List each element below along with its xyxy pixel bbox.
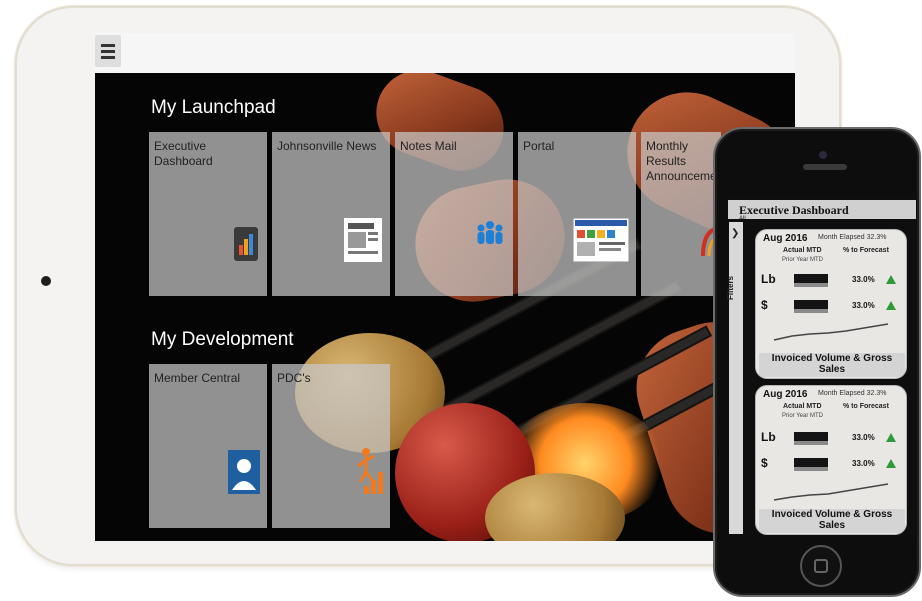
portal-screenshot-icon xyxy=(573,218,629,262)
month-elapsed: Month Elapsed 32.3% xyxy=(818,390,887,397)
trend-sparkline xyxy=(773,323,889,341)
trend-up-icon xyxy=(886,433,896,442)
metric-label: Lb xyxy=(761,272,776,286)
newspaper-icon xyxy=(344,218,382,262)
filters-panel[interactable] xyxy=(729,222,743,534)
metric-percent: 33.0% xyxy=(852,459,875,468)
home-square-icon xyxy=(814,559,828,573)
card-footer: Invoiced Volume & Gross Sales xyxy=(759,509,905,533)
tile-portal[interactable]: Portal xyxy=(518,132,636,296)
forecast-label: % to Forecast xyxy=(843,247,889,254)
tile-label: Johnsonville News xyxy=(277,139,377,153)
metric-bar xyxy=(794,432,828,445)
metric-label: $ xyxy=(761,298,768,312)
person-icon xyxy=(228,450,260,494)
tile-johnsonville-news[interactable]: Johnsonville News xyxy=(272,132,390,296)
metric-percent: 33.0% xyxy=(852,433,875,442)
tablet-top-bar xyxy=(95,33,795,73)
metric-bar xyxy=(794,274,828,287)
prior-year-label: Prior Year MTD xyxy=(782,257,824,263)
trend-sparkline xyxy=(773,483,889,501)
section-title-launchpad: My Launchpad xyxy=(151,97,276,118)
tablet-camera xyxy=(41,276,51,286)
metric-percent: 33.0% xyxy=(852,275,875,284)
tile-pdcs[interactable]: PDC's xyxy=(272,364,390,528)
tile-executive-dashboard[interactable]: Executive Dashboard xyxy=(149,132,267,296)
trend-up-icon xyxy=(886,301,896,310)
kpi-card[interactable]: Aug 2016 Month Elapsed 32.3% Actual MTD … xyxy=(755,385,907,535)
tile-label: Monthly Results Announcement xyxy=(646,139,727,183)
forecast-label: % to Forecast xyxy=(843,403,889,410)
tile-label: Executive Dashboard xyxy=(154,139,213,168)
trend-up-icon xyxy=(886,275,896,284)
people-icon xyxy=(475,220,505,252)
prior-year-label: Prior Year MTD xyxy=(782,413,824,419)
metric-label: Lb xyxy=(761,430,776,444)
card-footer: Invoiced Volume & Gross Sales xyxy=(759,353,905,377)
card-date: Aug 2016 xyxy=(763,233,808,244)
metric-percent: 33.0% xyxy=(852,301,875,310)
phone-speaker xyxy=(803,164,847,170)
actual-mtd-label: Actual MTD xyxy=(783,247,822,254)
metric-bar xyxy=(794,300,828,313)
chevron-right-icon[interactable]: ❯ xyxy=(731,228,739,239)
tile-monthly-results[interactable]: Monthly Results Announcement xyxy=(641,132,727,296)
tile-notes-mail[interactable]: Notes Mail xyxy=(395,132,513,296)
actual-mtd-label: Actual MTD xyxy=(783,403,822,410)
tile-label: PDC's xyxy=(277,371,311,385)
tile-label: Notes Mail xyxy=(400,139,457,153)
card-date: Aug 2016 xyxy=(763,389,808,400)
month-elapsed: Month Elapsed 32.3% xyxy=(818,234,887,241)
growth-icon xyxy=(354,446,384,494)
filters-label: Filters xyxy=(726,275,735,300)
metric-bar xyxy=(794,458,828,471)
trend-up-icon xyxy=(886,459,896,468)
tile-label: Member Central xyxy=(154,371,241,385)
dashboard-title: Executive Dashboard xyxy=(739,203,849,217)
metric-label: $ xyxy=(761,456,768,470)
tile-member-central[interactable]: Member Central xyxy=(149,364,267,528)
hamburger-menu-icon[interactable] xyxy=(95,35,121,67)
section-title-development: My Development xyxy=(151,329,294,350)
kpi-card[interactable]: Aug 2016 Month Elapsed 32.3% Actual MTD … xyxy=(755,229,907,379)
phone-camera xyxy=(819,151,827,159)
bar-chart-icon xyxy=(234,227,258,261)
tile-label: Portal xyxy=(523,139,555,153)
